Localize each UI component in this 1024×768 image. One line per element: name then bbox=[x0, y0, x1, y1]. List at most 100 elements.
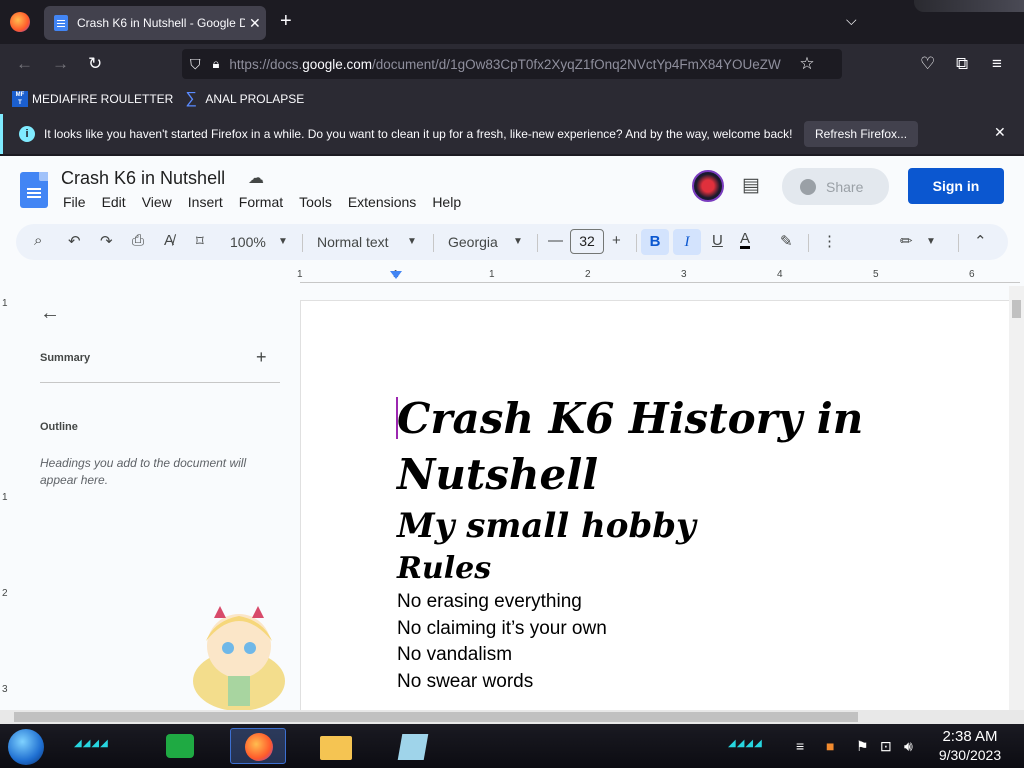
lock-icon[interactable]: 🔒︎ bbox=[213, 56, 220, 72]
tray-app-icon[interactable]: ■ bbox=[826, 738, 834, 754]
sign-in-button[interactable]: Sign in bbox=[908, 168, 1004, 204]
google-docs-logo-icon[interactable] bbox=[20, 172, 48, 208]
notification-accent bbox=[0, 114, 3, 154]
rules-heading[interactable]: Rules bbox=[397, 549, 863, 589]
document-page[interactable]: Crash K6 History in Nutshell My small ho… bbox=[300, 300, 1012, 710]
start-button[interactable] bbox=[8, 729, 44, 765]
font-dropdown-icon[interactable]: ▼ bbox=[513, 236, 523, 247]
menu-insert[interactable]: Insert bbox=[188, 194, 223, 210]
forward-arrow-icon[interactable]: → bbox=[52, 54, 69, 74]
ruler-number: 5 bbox=[873, 269, 879, 280]
panel-divider bbox=[40, 382, 280, 383]
tracking-shield-icon[interactable]: ⛉ bbox=[190, 56, 201, 73]
bookmark-second[interactable]: ∑ ANAL PROLAPSE bbox=[185, 91, 304, 107]
font-size-input[interactable]: 32 bbox=[570, 229, 604, 254]
pocket-icon[interactable]: ♡ bbox=[920, 54, 935, 74]
comment-history-icon[interactable]: ▤ bbox=[742, 174, 760, 197]
font-select[interactable]: Georgia bbox=[448, 234, 498, 250]
new-tab-icon[interactable]: + bbox=[280, 10, 292, 33]
menu-hamburger-icon[interactable]: ≡ bbox=[992, 54, 1002, 74]
underline-button[interactable]: U bbox=[712, 232, 723, 249]
italic-button[interactable]: I bbox=[673, 229, 701, 255]
outline-heading: Outline bbox=[40, 421, 78, 433]
avatar[interactable] bbox=[692, 170, 724, 202]
ruler-number: 3 bbox=[681, 269, 687, 280]
doc-title-line-1[interactable]: Crash K6 History in bbox=[397, 391, 863, 447]
toolbar-divider bbox=[636, 234, 637, 252]
window-decoration bbox=[914, 0, 1024, 12]
back-arrow-icon[interactable]: ← bbox=[16, 54, 33, 74]
system-clock[interactable]: 2:38 AM 9/30/2023 bbox=[920, 728, 1020, 764]
taskbar-file-explorer[interactable] bbox=[308, 728, 364, 764]
clock-time: 2:38 AM bbox=[942, 728, 998, 745]
extensions-icon[interactable]: ⧉ bbox=[956, 54, 968, 74]
action-center-flag-icon[interactable]: ⚑ bbox=[856, 738, 869, 755]
document-body[interactable]: Crash K6 History in Nutshell My small ho… bbox=[396, 391, 863, 696]
taskbar-app[interactable] bbox=[386, 728, 442, 764]
menu-edit[interactable]: Edit bbox=[102, 194, 126, 210]
reload-icon[interactable]: ↻ bbox=[88, 54, 102, 74]
redo-icon[interactable]: ↷ bbox=[100, 232, 113, 250]
rule-item[interactable]: No erasing everything bbox=[397, 589, 863, 616]
rule-item[interactable]: No vandalism bbox=[397, 642, 863, 669]
menu-format[interactable]: Format bbox=[239, 194, 283, 210]
bookmark-mediafire[interactable]: MF T MEDIAFIRE ROULETTER bbox=[12, 91, 173, 107]
url-bar[interactable]: ⛉ 🔒︎ https://docs.google.com/document/d/… bbox=[182, 49, 842, 79]
network-icon[interactable]: ⊡ bbox=[880, 738, 892, 755]
menu-file[interactable]: File bbox=[63, 194, 86, 210]
cloud-saved-icon[interactable]: ☁ bbox=[248, 168, 264, 188]
scrollbar-thumb[interactable] bbox=[1012, 300, 1021, 318]
firefox-icon[interactable] bbox=[10, 12, 30, 32]
search-menus-icon[interactable]: ⌕ bbox=[34, 232, 42, 249]
hide-menus-chevron-icon[interactable]: ⌃ bbox=[974, 232, 987, 250]
doc-subtitle[interactable]: My small hobby bbox=[397, 503, 863, 549]
decrease-font-size-icon[interactable]: — bbox=[548, 232, 563, 249]
horizontal-scrollbar[interactable] bbox=[0, 710, 1024, 724]
more-options-icon[interactable]: ⋮ bbox=[822, 232, 837, 250]
vertical-ruler: 1 1 2 3 bbox=[0, 286, 14, 710]
url-text[interactable]: https://docs.google.com/document/d/1gOw8… bbox=[229, 57, 789, 72]
highlight-color-icon[interactable]: ✎ bbox=[780, 232, 793, 250]
ruler-number: 2 bbox=[2, 588, 8, 599]
scrollbar-thumb[interactable] bbox=[14, 712, 858, 722]
zoom-select[interactable]: 100% bbox=[230, 234, 266, 250]
zoom-dropdown-icon[interactable]: ▼ bbox=[278, 236, 288, 247]
tab-active[interactable]: Crash K6 in Nutshell - Google Docs ✕ bbox=[44, 6, 266, 40]
bookmark-label: MEDIAFIRE ROULETTER bbox=[32, 92, 174, 106]
tab-list-chevron-icon[interactable]: ⌵ bbox=[846, 12, 857, 29]
close-outline-arrow-icon[interactable]: ← bbox=[40, 302, 60, 325]
taskbar-firefox-app[interactable] bbox=[230, 728, 286, 764]
increase-font-size-icon[interactable]: + bbox=[612, 232, 621, 249]
refresh-firefox-button[interactable]: Refresh Firefox... bbox=[804, 121, 919, 147]
editing-mode-pencil-icon[interactable]: ✏ bbox=[900, 232, 913, 250]
indent-marker[interactable] bbox=[390, 271, 402, 279]
document-title[interactable]: Crash K6 in Nutshell bbox=[61, 168, 225, 189]
share-button[interactable]: Share bbox=[782, 168, 889, 205]
style-select[interactable]: Normal text bbox=[317, 234, 389, 250]
print-icon[interactable]: ⎙ bbox=[132, 232, 144, 249]
notification-bar: i It looks like you haven't started Fire… bbox=[0, 114, 1024, 154]
taskbar-notes-app[interactable] bbox=[152, 728, 208, 764]
vertical-scrollbar[interactable] bbox=[1009, 286, 1024, 710]
bold-button[interactable]: B bbox=[641, 229, 669, 255]
editing-mode-dropdown-icon[interactable]: ▼ bbox=[926, 236, 936, 247]
style-dropdown-icon[interactable]: ▼ bbox=[407, 236, 417, 247]
paint-format-icon[interactable]: ⌑ bbox=[196, 232, 204, 250]
menu-help[interactable]: Help bbox=[432, 194, 461, 210]
bookmark-star-icon[interactable]: ☆ bbox=[799, 54, 814, 74]
cartoon-girl-sticker bbox=[193, 606, 285, 710]
notification-close-icon[interactable]: ✕ bbox=[994, 124, 1006, 141]
show-hidden-icons[interactable]: ≡ bbox=[796, 738, 804, 754]
doc-title-line-2[interactable]: Nutshell bbox=[397, 447, 863, 503]
spellcheck-icon[interactable]: A̸ bbox=[164, 232, 174, 249]
volume-icon[interactable]: 🔊︎ bbox=[904, 738, 913, 755]
tab-close-icon[interactable]: ✕ bbox=[249, 15, 261, 32]
add-summary-icon[interactable]: + bbox=[256, 347, 267, 368]
rule-item[interactable]: No claiming it’s your own bbox=[397, 616, 863, 643]
rule-item[interactable]: No swear words bbox=[397, 669, 863, 696]
text-color-button[interactable]: A bbox=[740, 231, 751, 249]
menu-extensions[interactable]: Extensions bbox=[348, 194, 416, 210]
menu-view[interactable]: View bbox=[142, 194, 172, 210]
undo-icon[interactable]: ↶ bbox=[68, 232, 81, 250]
menu-tools[interactable]: Tools bbox=[299, 194, 332, 210]
